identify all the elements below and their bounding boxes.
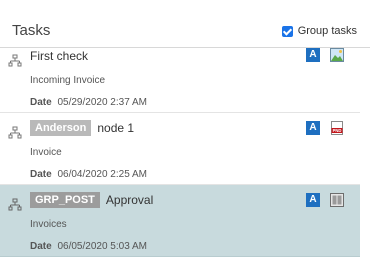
task-item-selected[interactable]: GRP_POST Approval Invoices Date 06/05/20… (0, 185, 360, 257)
task-subtitle: Incoming Invoice (30, 75, 106, 86)
task-name: First check (30, 49, 89, 63)
task-name: Approval (105, 193, 154, 207)
assignee-badge[interactable]: A (306, 48, 320, 62)
task-date: Date 06/05/2020 5:03 AM (30, 241, 147, 252)
task-group-tag: Anderson (30, 120, 92, 136)
assignee-badge[interactable]: A (306, 121, 320, 135)
group-tasks-toggle[interactable]: Group tasks (281, 25, 357, 37)
task-date-value: 06/04/2020 2:25 AM (57, 169, 147, 180)
pnd-icon-text: PND (333, 128, 342, 133)
task-title-row: GRP_POST Approval (30, 191, 153, 209)
page-title: Tasks (12, 22, 51, 39)
workflow-icon (8, 126, 22, 140)
task-date-label: Date (30, 241, 52, 252)
assignee-badge[interactable]: A (306, 193, 320, 207)
workflow-icon (8, 54, 22, 68)
task-date-value: 05/29/2020 2:37 AM (57, 97, 147, 108)
list-scrollbar[interactable] (360, 48, 370, 260)
task-title-row: Anderson node 1 (30, 119, 134, 137)
workflow-icon (8, 198, 22, 212)
tasks-header: Tasks Group tasks (0, 0, 370, 48)
task-date-label: Date (30, 97, 52, 108)
task-subtitle: Invoice (30, 147, 62, 158)
pnd-document-icon[interactable]: PND (330, 121, 344, 135)
task-subtitle: Invoices (30, 219, 67, 230)
task-date: Date 05/29/2020 2:37 AM (30, 97, 147, 108)
book-icon[interactable] (330, 193, 344, 207)
group-tasks-checkbox[interactable] (281, 25, 293, 37)
group-tasks-label[interactable]: Group tasks (298, 25, 357, 37)
task-item[interactable]: Anderson node 1 Invoice Date 06/04/2020 … (0, 113, 360, 185)
task-date-value: 06/05/2020 5:03 AM (57, 241, 147, 252)
task-name: node 1 (97, 121, 135, 135)
landscape-image-icon[interactable] (330, 48, 344, 62)
task-group-tag: GRP_POST (30, 192, 100, 208)
task-date-label: Date (30, 169, 52, 180)
task-list: First check Incoming Invoice Date 05/29/… (0, 48, 370, 260)
task-title-row: First check (30, 48, 88, 65)
task-item[interactable]: First check Incoming Invoice Date 05/29/… (0, 48, 360, 113)
task-date: Date 06/04/2020 2:25 AM (30, 169, 147, 180)
